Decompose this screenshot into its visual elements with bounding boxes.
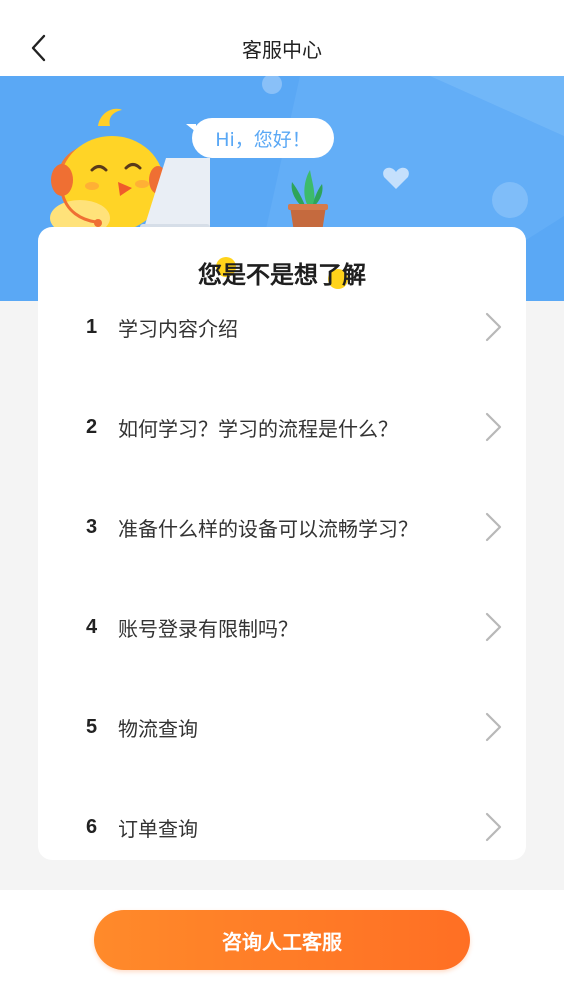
faq-item-text: 账号登录有限制吗？ (118, 616, 298, 641)
faq-item-6[interactable]: 6 订单查询 (38, 777, 526, 877)
faq-card: 您是不是想了解 1 学习内容介绍 2 如何学习？学习的流程是什么？ 3 准备什么… (38, 227, 526, 860)
faq-item-1[interactable]: 1 学习内容介绍 (38, 277, 526, 377)
chevron-right-icon (485, 312, 502, 342)
faq-item-text: 准备什么样的设备可以流畅学习？ (118, 516, 418, 541)
greeting-text: Hi，您好！ (215, 128, 311, 151)
faq-item-3[interactable]: 3 准备什么样的设备可以流畅学习？ (38, 477, 526, 577)
contact-human-agent-button[interactable]: 咨询人工客服 (94, 910, 470, 970)
faq-item-text: 如何学习？学习的流程是什么？ (118, 416, 398, 441)
chevron-right-icon (485, 712, 502, 742)
faq-item-4[interactable]: 4 账号登录有限制吗？ (38, 577, 526, 677)
chevron-right-icon (485, 512, 502, 542)
top-nav-bar: 客服中心 (0, 0, 564, 76)
faq-item-number: 5 (86, 715, 98, 738)
faq-item-2[interactable]: 2 如何学习？学习的流程是什么？ (38, 377, 526, 477)
faq-question-list: 1 学习内容介绍 2 如何学习？学习的流程是什么？ 3 准备什么样的设备可以流畅… (38, 277, 526, 877)
faq-item-text: 物流查询 (118, 716, 198, 741)
page-title: 客服中心 (242, 38, 322, 62)
faq-item-number: 1 (86, 315, 98, 338)
chevron-right-icon (485, 812, 502, 842)
faq-item-number: 2 (86, 415, 98, 438)
bottom-action-bar: 咨询人工客服 (0, 890, 564, 1004)
faq-item-number: 6 (86, 815, 98, 838)
contact-human-agent-label: 咨询人工客服 (222, 929, 342, 954)
faq-item-text: 订单查询 (118, 816, 198, 841)
chevron-right-icon (485, 612, 502, 642)
faq-item-number: 4 (86, 615, 98, 638)
faq-item-number: 3 (86, 515, 98, 538)
greeting-bubble: Hi，您好！ (186, 118, 334, 158)
faq-item-text: 学习内容介绍 (118, 316, 238, 341)
customer-service-page: 客服中心 Hi，您好！ 您是不是想了解 1 学习内容介绍 2 如何学习？学习的流… (0, 0, 564, 1004)
chevron-right-icon (485, 412, 502, 442)
potted-plant-icon (288, 170, 328, 232)
faq-item-5[interactable]: 5 物流查询 (38, 677, 526, 777)
